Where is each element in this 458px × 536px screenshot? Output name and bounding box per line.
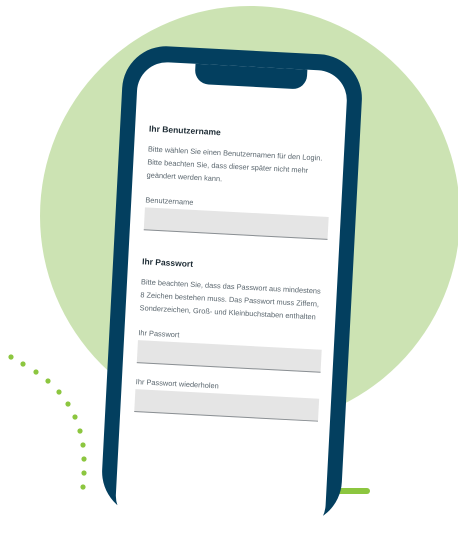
phone-screen: Ihr Benutzername Bitte wählen Sie einen … [114, 60, 349, 536]
registration-form: Ihr Benutzername Bitte wählen Sie einen … [133, 123, 329, 435]
username-section-title: Ihr Benutzername [148, 123, 222, 138]
phone-frame: Ihr Benutzername Bitte wählen Sie einen … [99, 44, 365, 536]
phone-notch [194, 61, 308, 90]
username-description: Bitte wählen Sie einen Benutzernamen für… [146, 144, 323, 184]
password-description: Bitte beachten Sie, dass das Passwort au… [139, 277, 321, 322]
